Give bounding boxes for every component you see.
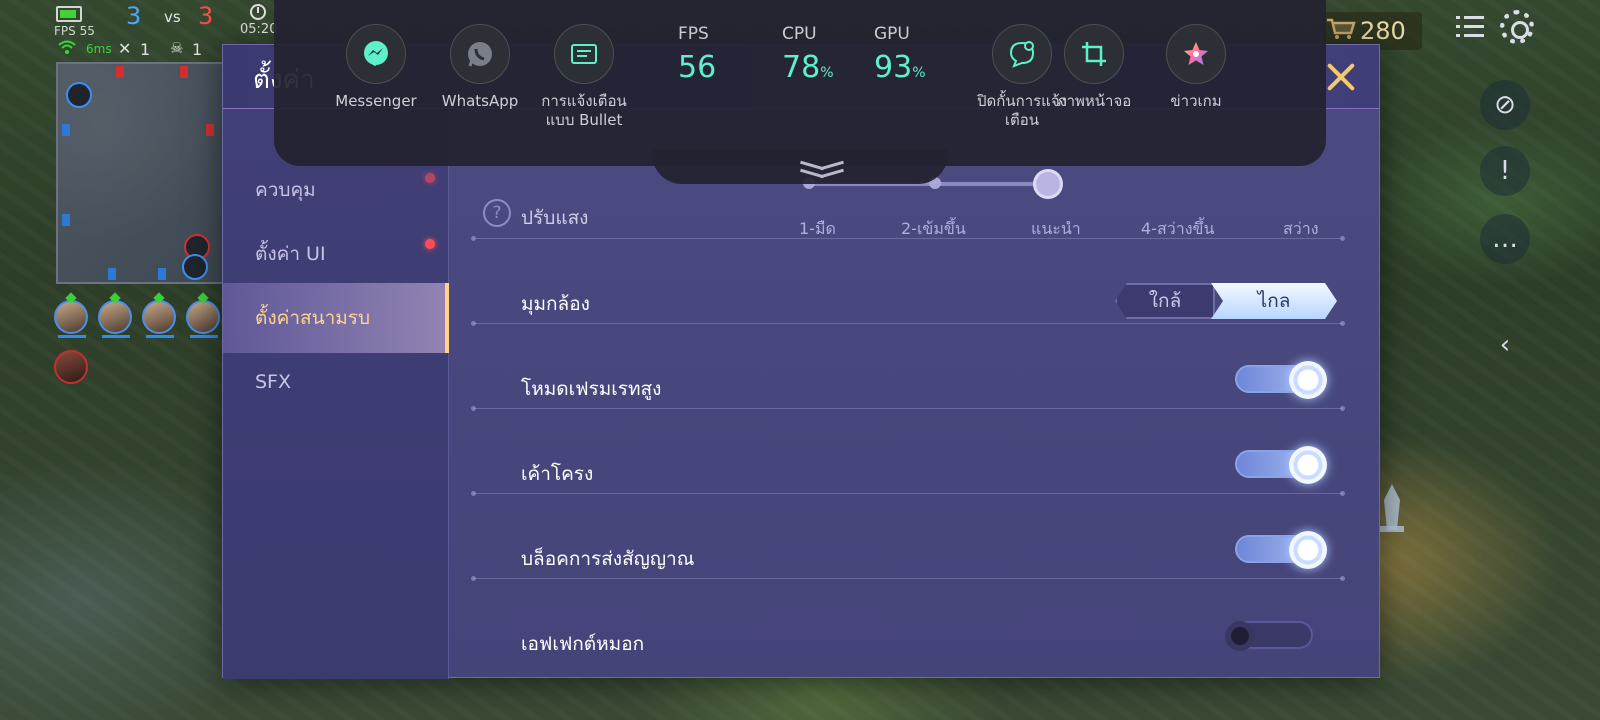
gpu-stat-name: GPU [874, 24, 910, 44]
layout-label: เค้าโครง [521, 463, 594, 485]
toggle-knob [1289, 531, 1327, 569]
camera-segmented-control: ใกล้ ไกล [1115, 283, 1337, 319]
high-fps-toggle[interactable] [1235, 361, 1327, 399]
chat-icon[interactable]: … [1480, 214, 1530, 264]
notification-dot [425, 173, 435, 183]
row-divider [471, 321, 1345, 326]
hud-deaths: 1 [192, 40, 203, 59]
teammate-avatar[interactable] [98, 300, 132, 338]
minimap-hero-icon [66, 82, 92, 108]
minimap-tower-icon [62, 214, 70, 226]
help-icon[interactable]: ? [483, 199, 511, 227]
planet-icon[interactable]: ⊘ [1480, 80, 1530, 130]
gold-count: 280 [1360, 17, 1406, 45]
bullet-notification-icon [554, 24, 614, 84]
bullet-notification-label: การแจ้งเตือนแบบ Bullet [541, 92, 627, 129]
collapse-arrow-icon[interactable]: ‹ [1480, 320, 1530, 370]
screenshot-button[interactable]: ภาพหน้าจอ [1040, 24, 1148, 111]
layout-toggle[interactable] [1235, 446, 1327, 484]
messenger-icon [346, 24, 406, 84]
minimap-tower-icon [158, 268, 166, 280]
wifi-icon [58, 40, 76, 54]
score-vs: vs [164, 8, 181, 26]
settings-content: ? ปรับแสง 1-มืด 2-เข้มขึ้น แนะนำ 4-สว่าง… [449, 109, 1381, 679]
row-divider [471, 491, 1345, 496]
minimap-hero-icon [182, 254, 208, 280]
gpu-stat-value: 93% [874, 50, 926, 85]
minimap[interactable] [56, 62, 224, 284]
alert-icon[interactable]: ! [1480, 146, 1530, 196]
fog-effect-toggle[interactable] [1225, 621, 1313, 651]
sidebar-item-ui-settings[interactable]: ตั้งค่า UI [223, 219, 449, 289]
match-time: 05:20 [240, 22, 278, 37]
list-icon[interactable] [1456, 14, 1484, 40]
battery-icon [56, 6, 82, 22]
messenger-label: Messenger [335, 92, 417, 110]
whatsapp-button[interactable]: WhatsApp [426, 24, 534, 111]
camera-far-option[interactable]: ไกล [1211, 283, 1337, 319]
block-signal-toggle[interactable] [1235, 531, 1327, 569]
toggle-knob [1289, 361, 1327, 399]
collapse-chevron-icon[interactable] [796, 158, 848, 182]
game-news-label: ข่าวเกม [1170, 92, 1222, 110]
team-blue-score: 3 [126, 2, 142, 30]
game-news-icon [1166, 24, 1226, 84]
camera-label: มุมกล้อง [521, 293, 590, 315]
toggle-knob [1225, 621, 1255, 651]
fog-effect-label: เอฟเฟกต์หมอก [521, 633, 645, 655]
minimap-tower-icon [180, 66, 188, 78]
hud-ping: 6ms [86, 42, 112, 56]
settings-sidebar: ควบคุม ตั้งค่า UI ตั้งค่าสนามรบ SFX [223, 109, 449, 679]
gpu-stat: GPU 93% [874, 24, 926, 85]
close-button[interactable] [1323, 59, 1359, 95]
brightness-label: ปรับแสง [521, 207, 589, 229]
teammate-avatar[interactable] [142, 300, 176, 338]
gear-icon[interactable] [1500, 10, 1534, 44]
cpu-stat-name: CPU [782, 24, 817, 44]
screenshot-label: ภาพหน้าจอ [1056, 92, 1132, 110]
block-signal-label: บล็อคการส่งสัญญาณ [521, 548, 695, 570]
swords-icon: ✕ [118, 39, 132, 58]
team-red-score: 3 [198, 2, 214, 30]
fps-stat-name: FPS [678, 24, 709, 44]
minimap-tower-icon [206, 124, 214, 136]
sidebar-item-sfx[interactable]: SFX [223, 347, 449, 417]
row-divider [471, 236, 1345, 241]
row-divider [471, 576, 1345, 581]
cpu-stat-value: 78% [782, 50, 834, 85]
teammate-portraits [54, 300, 234, 340]
high-fps-label: โหมดเฟรมเรทสูง [521, 378, 662, 400]
teammate-avatar[interactable] [186, 300, 220, 338]
brightness-slider-knob[interactable] [1033, 169, 1063, 199]
skull-icon: ☠ [170, 39, 184, 57]
cpu-stat: CPU 78% [782, 24, 834, 85]
row-divider [471, 406, 1345, 411]
hud-fps: FPS 55 [54, 24, 95, 38]
notification-dot [425, 239, 435, 249]
bullet-notification-button[interactable]: การแจ้งเตือนแบบ Bullet [530, 24, 638, 130]
minimap-tower-icon [62, 124, 70, 136]
minimap-tower-icon [108, 268, 116, 280]
minimap-tower-icon [116, 66, 124, 78]
hud-kills: 1 [140, 40, 151, 59]
fps-stat-value: 56 [678, 50, 717, 85]
messenger-button[interactable]: Messenger [322, 24, 430, 111]
whatsapp-icon [450, 24, 510, 84]
toggle-knob [1289, 446, 1327, 484]
whatsapp-label: WhatsApp [441, 92, 519, 110]
crop-icon [1064, 24, 1124, 84]
sidebar-item-battlefield-settings[interactable]: ตั้งค่าสนามรบ [223, 283, 449, 353]
enemy-avatar[interactable] [54, 350, 88, 384]
camera-near-option[interactable]: ใกล้ [1115, 283, 1215, 319]
clock-icon [250, 4, 266, 20]
fps-stat: FPS 56 [678, 24, 716, 85]
game-assistant-toolbar: Messenger WhatsApp การแจ้งเตือนแบบ Bulle… [274, 0, 1326, 166]
game-news-button[interactable]: ข่าวเกม [1142, 24, 1250, 111]
cart-icon [1327, 18, 1356, 39]
teammate-avatar[interactable] [54, 300, 88, 338]
